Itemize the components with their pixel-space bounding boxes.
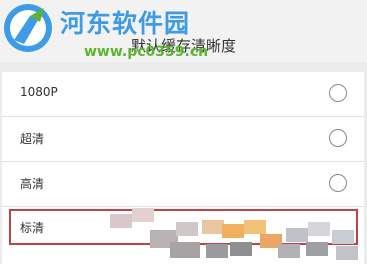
option-1080p[interactable]: 1080P xyxy=(2,72,364,117)
option-hd[interactable]: 高清 xyxy=(2,162,364,207)
pixelated-overlay xyxy=(110,208,367,264)
radio-unchecked-icon[interactable] xyxy=(329,84,347,102)
option-super-hd[interactable]: 超清 xyxy=(2,117,364,162)
radio-unchecked-icon[interactable] xyxy=(329,129,347,147)
header: 默认缓存清晰度 河东软件园 www.pc0359.cn xyxy=(0,0,367,62)
watermark-url: www.pc0359.cn xyxy=(84,44,209,60)
watermark-logo-icon xyxy=(4,4,52,52)
watermark-site-name: 河东软件园 xyxy=(60,9,191,38)
option-label: 1080P xyxy=(20,85,58,99)
option-label: 超清 xyxy=(20,132,45,146)
radio-unchecked-icon[interactable] xyxy=(329,174,347,192)
option-label: 高清 xyxy=(20,177,45,191)
